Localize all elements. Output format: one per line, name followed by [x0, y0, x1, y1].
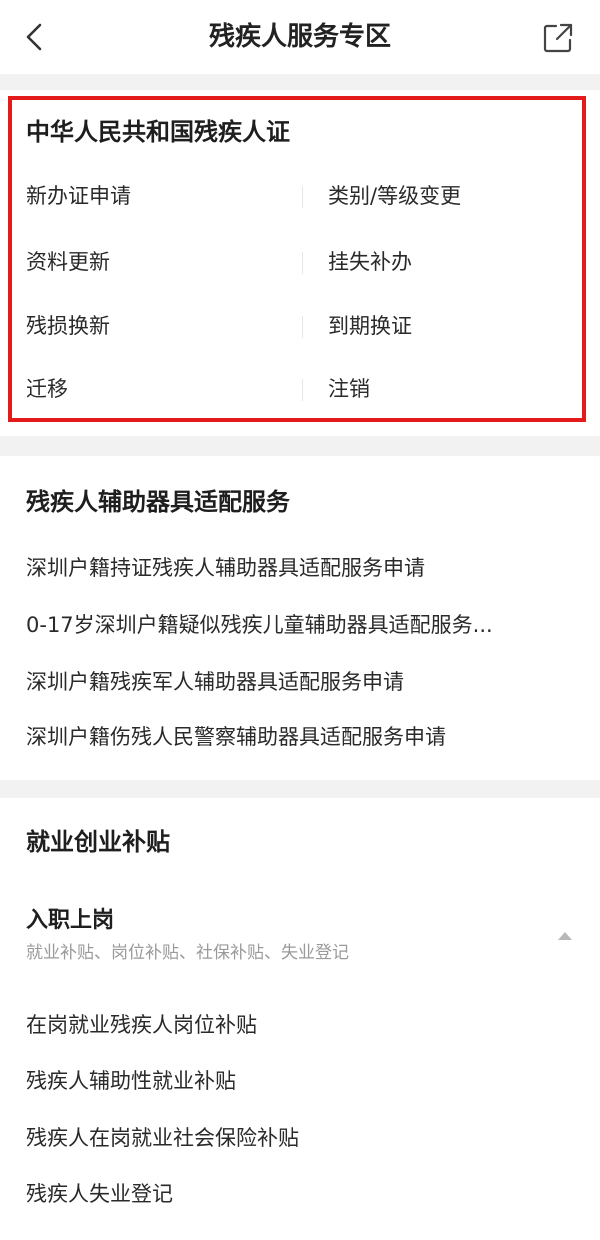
top-nav-bar: 残疾人服务专区 — [0, 0, 600, 74]
service-transfer[interactable]: 迁移 — [26, 374, 68, 404]
service-new-application[interactable]: 新办证申请 — [26, 181, 131, 211]
list-item-aids-military[interactable]: 深圳户籍残疾军人辅助器具适配服务申请 — [26, 667, 566, 697]
column-divider — [302, 186, 303, 208]
list-item-assisted-employment[interactable]: 残疾人辅助性就业补贴 — [26, 1066, 566, 1096]
employment-subsidy-card: 就业创业补贴 入职上岗 就业补贴、岗位补贴、社保补贴、失业登记 在岗就业残疾人岗… — [0, 798, 600, 1240]
column-divider — [302, 316, 303, 338]
group-title: 入职上岗 — [26, 908, 115, 933]
caret-up-icon[interactable] — [558, 932, 572, 940]
service-expiry-renewal[interactable]: 到期换证 — [328, 311, 412, 341]
section-title-employment: 就业创业补贴 — [26, 828, 170, 856]
section-title-assistive-devices: 残疾人辅助器具适配服务 — [26, 488, 290, 516]
list-item-aids-certified[interactable]: 深圳户籍持证残疾人辅助器具适配服务申请 — [26, 553, 566, 583]
list-item-aids-police[interactable]: 深圳户籍伤残人民警察辅助器具适配服务申请 — [26, 722, 566, 752]
section-title-certificate: 中华人民共和国残疾人证 — [26, 118, 290, 146]
column-divider — [302, 252, 303, 274]
column-divider — [302, 379, 303, 401]
service-category-change[interactable]: 类别/等级变更 — [328, 181, 461, 211]
disability-certificate-card: 中华人民共和国残疾人证 新办证申请 类别/等级变更 资料更新 挂失补办 残损换新… — [0, 90, 600, 436]
service-info-update[interactable]: 资料更新 — [26, 247, 110, 277]
assistive-devices-card: 残疾人辅助器具适配服务 深圳户籍持证残疾人辅助器具适配服务申请 0-17岁深圳户… — [0, 456, 600, 780]
service-damage-renewal[interactable]: 残损换新 — [26, 311, 110, 341]
list-item-social-insurance[interactable]: 残疾人在岗就业社会保险补贴 — [26, 1123, 566, 1153]
service-loss-replacement[interactable]: 挂失补办 — [328, 247, 412, 277]
list-item-unemployment-registration[interactable]: 残疾人失业登记 — [26, 1179, 566, 1209]
page-title: 残疾人服务专区 — [208, 22, 391, 52]
share-external-icon[interactable] — [540, 20, 576, 56]
service-cancel[interactable]: 注销 — [328, 374, 370, 404]
list-item-post-subsidy[interactable]: 在岗就业残疾人岗位补贴 — [26, 1010, 566, 1040]
list-item-aids-children[interactable]: 0-17岁深圳户籍疑似残疾儿童辅助器具适配服务... — [26, 610, 566, 640]
group-description: 就业补贴、岗位补贴、社保补贴、失业登记 — [26, 943, 349, 963]
